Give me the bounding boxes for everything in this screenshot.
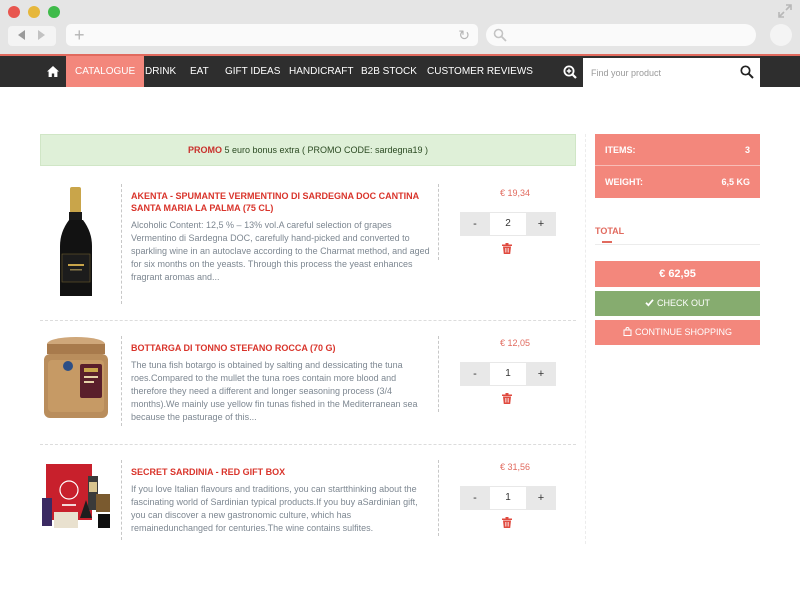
quantity-stepper: - 1 + — [460, 486, 556, 510]
trash-icon[interactable] — [502, 243, 512, 254]
cart-total: € 62,95 — [595, 261, 760, 287]
quantity-value[interactable]: 1 — [490, 362, 526, 386]
promo-banner: PROMO 5 euro bonus extra ( PROMO CODE: s… — [40, 134, 576, 166]
quantity-value[interactable]: 2 — [490, 212, 526, 236]
items-count: 3 — [744, 145, 750, 155]
nav-item-customer-reviews[interactable]: CUSTOMER REVIEWS — [418, 56, 542, 87]
weight-value: 6,5 KG — [721, 177, 750, 187]
product-price: € 19,34 — [499, 188, 531, 198]
nav-item-drink[interactable]: DRINK — [136, 56, 185, 87]
nav-item-handicraft[interactable]: HANDICRAFT — [280, 56, 362, 87]
window-close-button[interactable] — [8, 6, 20, 18]
product-price: € 31,56 — [499, 462, 531, 472]
nav-item-eat[interactable]: EAT — [181, 56, 218, 87]
nav-item-catalogue[interactable]: CATALOGUE — [66, 56, 145, 87]
quantity-decrease-button[interactable]: - — [460, 362, 490, 386]
zoom-in-icon[interactable] — [563, 65, 577, 79]
cart-weight-row: WEIGHT: 6,5 KG — [595, 166, 760, 198]
product-search-input[interactable] — [583, 58, 733, 87]
home-icon[interactable] — [47, 66, 59, 77]
reload-icon[interactable]: ↻ — [458, 27, 470, 43]
nav-item-b2b-stock[interactable]: B2B STOCK — [352, 56, 426, 87]
column-divider — [121, 336, 122, 426]
product-image-bottarga-jar[interactable] — [40, 336, 112, 422]
shopping-bag-icon — [623, 327, 632, 336]
new-tab-plus-icon[interactable]: + — [74, 25, 85, 45]
total-label: TOTAL — [595, 226, 625, 236]
window-minimize-button[interactable] — [28, 6, 40, 18]
quantity-increase-button[interactable]: + — [526, 362, 556, 386]
back-arrow-icon[interactable] — [18, 30, 25, 40]
column-divider — [438, 460, 439, 536]
total-underline — [602, 241, 612, 243]
quantity-increase-button[interactable]: + — [526, 486, 556, 510]
product-title[interactable]: SECRET SARDINIA - RED GIFT BOX — [131, 466, 431, 478]
sidebar-divider — [585, 134, 586, 544]
column-divider — [438, 184, 439, 260]
check-icon — [645, 299, 654, 307]
items-label: ITEMS: — [605, 145, 636, 155]
cart-items-row: ITEMS: 3 — [595, 134, 760, 166]
window-maximize-button[interactable] — [48, 6, 60, 18]
trash-icon[interactable] — [502, 517, 512, 528]
row-separator — [40, 320, 576, 321]
product-image-gift-box[interactable] — [40, 460, 112, 532]
trash-icon[interactable] — [502, 393, 512, 404]
product-description: The tuna fish botargo is obtained by sal… — [131, 360, 418, 422]
product-price: € 12,05 — [499, 338, 531, 348]
checkout-label: CHECK OUT — [656, 298, 710, 308]
search-icon — [493, 28, 507, 42]
forward-arrow-icon[interactable] — [38, 30, 45, 40]
browser-chrome: + ↻ — [0, 0, 800, 54]
weight-label: WEIGHT: — [605, 177, 643, 187]
browser-menu-button[interactable] — [770, 24, 792, 46]
nav-item-gift-ideas[interactable]: GIFT IDEAS — [216, 56, 289, 87]
column-divider — [121, 184, 122, 304]
continue-shopping-button[interactable]: CONTINUE SHOPPING — [595, 320, 760, 345]
quantity-value[interactable]: 1 — [490, 486, 526, 510]
quantity-increase-button[interactable]: + — [526, 212, 556, 236]
cart-summary: ITEMS: 3 WEIGHT: 6,5 KG — [595, 134, 760, 198]
expand-icon[interactable] — [778, 4, 792, 18]
promo-label: PROMO — [187, 145, 222, 155]
search-icon[interactable] — [740, 65, 754, 79]
row-separator — [40, 444, 576, 445]
quantity-stepper: - 2 + — [460, 212, 556, 236]
product-description: Alcoholic Content: 12,5 % – 13% vol.A ca… — [131, 220, 430, 282]
total-divider — [595, 244, 760, 245]
product-title[interactable]: BOTTARGA DI TONNO STEFANO ROCCA (70 G) — [131, 342, 431, 354]
column-divider — [121, 460, 122, 540]
column-divider — [438, 336, 439, 412]
continue-shopping-label: CONTINUE SHOPPING — [634, 327, 732, 337]
main-navigation: CATALOGUE DRINK EAT GIFT IDEAS HANDICRAF… — [0, 54, 800, 87]
quantity-decrease-button[interactable]: - — [460, 486, 490, 510]
product-search-box — [583, 58, 760, 87]
url-bar[interactable]: + ↻ — [66, 24, 478, 46]
product-title[interactable]: AKENTA - SPUMANTE VERMENTINO DI SARDEGNA… — [131, 190, 431, 214]
checkout-button[interactable]: CHECK OUT — [595, 291, 760, 316]
product-image-wine-bottle[interactable] — [40, 184, 112, 296]
browser-nav-buttons — [8, 26, 56, 46]
promo-text: 5 euro bonus extra ( PROMO CODE: sardegn… — [221, 145, 429, 155]
quantity-decrease-button[interactable]: - — [460, 212, 490, 236]
quantity-stepper: - 1 + — [460, 362, 556, 386]
browser-search-bar[interactable] — [486, 24, 756, 46]
product-description: If you love Italian flavours and traditi… — [131, 484, 418, 533]
